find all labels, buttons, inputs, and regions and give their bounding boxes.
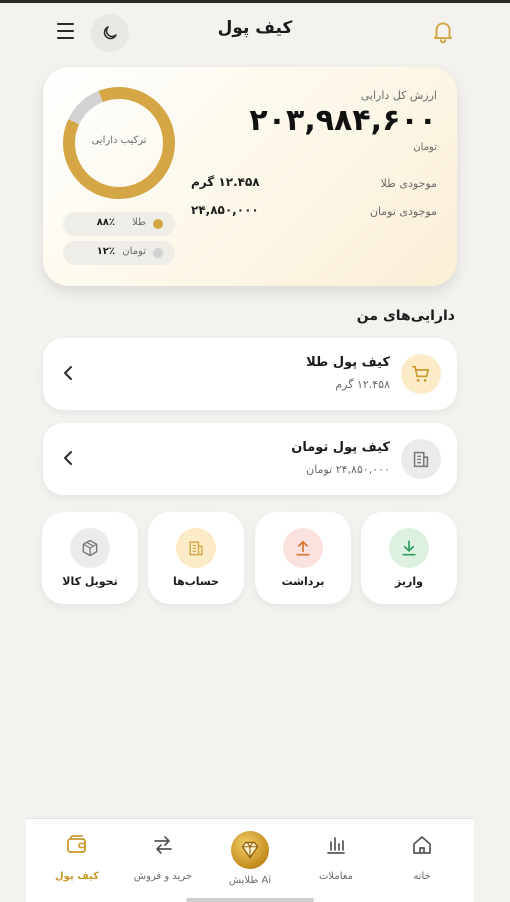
nav-item-trade[interactable]: خرید و فروش [118,831,208,891]
home-icon [413,836,431,854]
action-deposit-label: واریز [395,575,423,588]
nav-item-ai[interactable] [231,831,269,869]
diamond-icon [241,841,259,859]
legend-dot-toman [153,248,163,258]
legend-item-toman: تومان ۱۲٪ [63,241,175,265]
action-delivery-button[interactable]: تحویل کالا [42,512,138,604]
legend-pct-toman: ۱۲٪ [96,246,115,257]
wallet-card-toman[interactable]: کیف پول تومان ۲۴,۸۵۰,۰۰۰ تومان [43,423,457,495]
wallet-title-gold: کیف پول طلا [306,355,390,370]
total-asset-value: ۲۰۳,۹۸۴,۶۰۰ [249,103,437,138]
chevron-left-icon [64,451,72,465]
asset-summary-card: ارزش کل دارایی ۲۰۳,۹۸۴,۶۰۰ تومان موجودی … [43,67,457,286]
bottom-navigation: خانه معاملات طلایش Ai خرید و فروش کیف پو… [26,818,474,902]
status-bar-line [0,0,510,3]
nav-item-transactions[interactable]: معاملات [291,831,381,891]
nav-item-wallet[interactable]: کیف پول [32,831,122,891]
upload-icon [283,528,323,568]
action-withdraw-label: برداشت [281,575,325,588]
total-asset-label: ارزش کل دارایی [360,89,437,102]
nav-label-transactions: معاملات [319,871,353,882]
section-title-my-assets: دارایی‌های من [356,308,455,324]
bar-chart-icon [327,837,345,854]
wallet-title-toman: کیف پول تومان [291,440,390,455]
nav-label-trade: خرید و فروش [133,871,193,882]
legend-item-gold: طلا ۸۸٪ [63,212,175,236]
legend-pct-gold: ۸۸٪ [96,217,115,228]
action-withdraw-button[interactable]: برداشت [255,512,351,604]
home-indicator [186,898,314,902]
download-icon [389,528,429,568]
nav-label-home: خانه [413,871,431,882]
action-accounts-label: حساب‌ها [172,575,220,588]
header: کیف پول [0,14,510,52]
action-deposit-button[interactable]: واریز [361,512,457,604]
donut-caption: ترکیب دارایی [91,135,147,146]
action-delivery-label: تحویل کالا [62,575,118,588]
box-icon [70,528,110,568]
wallet-card-gold[interactable]: کیف پول طلا ۱۲.۴۵۸ گرم [43,338,457,410]
wallet-icon [67,835,86,853]
building-icon [401,439,441,479]
toman-balance-label: موجودی تومان [369,205,437,218]
legend-name-gold: طلا [132,217,146,228]
action-accounts-button[interactable]: حساب‌ها [148,512,244,604]
gold-balance-value: ۱۲.۴۵۸ گرم [191,175,260,189]
swap-icon [154,836,172,854]
bell-icon[interactable] [430,18,456,44]
legend-dot-gold [153,219,163,229]
wallet-subtitle-toman: ۲۴,۸۵۰,۰۰۰ تومان [306,463,390,476]
toman-balance-value: ۲۴,۸۵۰,۰۰۰ [191,203,259,217]
cart-icon [401,354,441,394]
wallet-subtitle-gold: ۱۲.۴۵۸ گرم [335,378,390,391]
nav-label-wallet: کیف پول [55,871,99,882]
gold-balance-label: موجودی طلا [380,177,437,190]
chevron-left-icon [64,366,72,380]
legend-name-toman: تومان [122,246,146,257]
building-icon [176,528,216,568]
nav-item-home[interactable]: خانه [377,831,467,891]
total-asset-unit: تومان [413,142,437,153]
donut-slice-toman [68,90,104,125]
nav-label-ai: طلایش Ai [228,875,272,886]
